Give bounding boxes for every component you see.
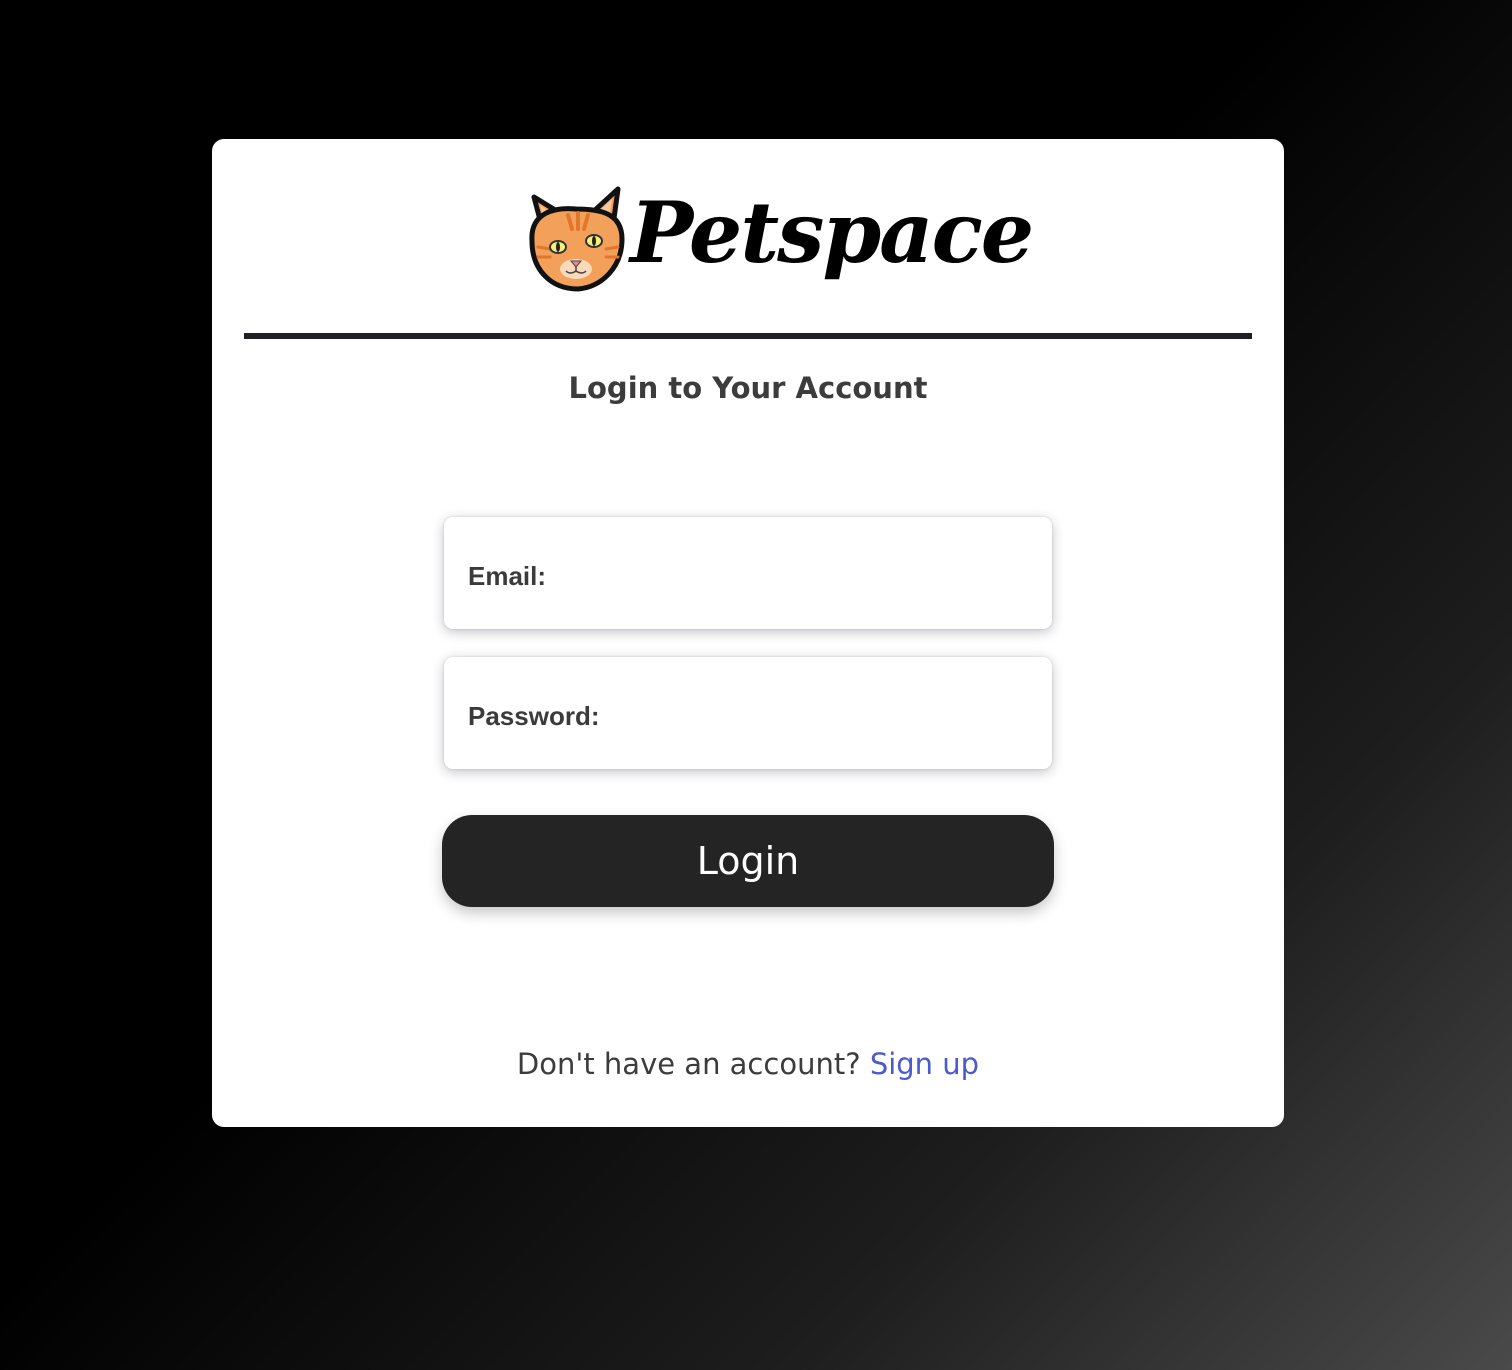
email-input[interactable] <box>556 543 1032 603</box>
login-button[interactable]: Login <box>442 815 1054 907</box>
signup-prompt-text: Don't have an account? <box>516 1047 870 1081</box>
signup-prompt-row: Don't have an account? Sign up <box>212 1047 1284 1081</box>
cat-face-icon <box>529 186 625 292</box>
password-field[interactable]: Password: <box>444 657 1052 769</box>
password-input[interactable] <box>609 683 1032 743</box>
header-divider <box>244 333 1252 339</box>
email-label: Email: <box>468 560 547 591</box>
email-field[interactable]: Email: <box>444 517 1052 629</box>
petspace-logo: Petspace <box>524 183 1034 313</box>
login-card: Petspace Login to Your Account Email: Pa… <box>212 139 1284 1127</box>
password-label: Password: <box>468 700 600 731</box>
page-title: Login to Your Account <box>568 371 928 405</box>
brand-name: Petspace <box>630 183 1034 282</box>
signup-link[interactable]: Sign up <box>870 1047 979 1081</box>
